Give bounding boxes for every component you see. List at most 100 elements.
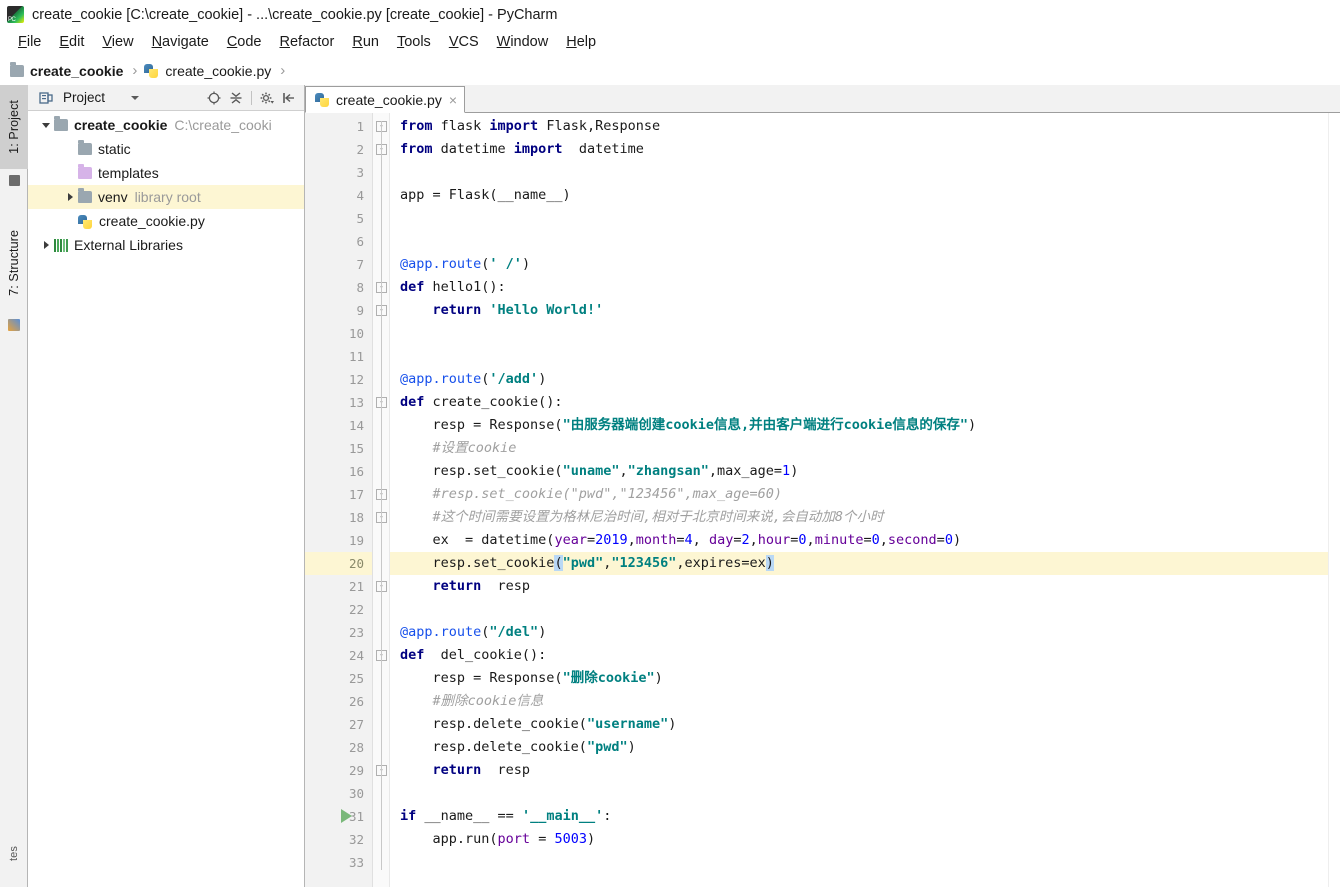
line-number-33[interactable]: 33	[305, 851, 372, 874]
code-line-8[interactable]: def hello1():	[390, 276, 1328, 299]
line-number-28[interactable]: 28	[305, 736, 372, 759]
chevron-right-icon[interactable]	[62, 193, 78, 201]
hide-panel-icon[interactable]	[281, 90, 297, 106]
line-number-30[interactable]: 30	[305, 782, 372, 805]
code-line-10[interactable]	[390, 322, 1328, 345]
code-line-29[interactable]: return resp	[390, 759, 1328, 782]
code-line-32[interactable]: app.run(port = 5003)	[390, 828, 1328, 851]
menu-item-help[interactable]: Help	[557, 29, 605, 56]
tree-node-create-cookie-py[interactable]: create_cookie.py	[28, 209, 304, 233]
code-line-19[interactable]: ex = datetime(year=2019,month=4, day=2,h…	[390, 529, 1328, 552]
code-line-2[interactable]: from datetime import datetime	[390, 138, 1328, 161]
code-line-24[interactable]: def del_cookie():	[390, 644, 1328, 667]
tool-tab-structure[interactable]: 7: Structure	[0, 213, 28, 313]
line-number-20[interactable]: 20	[305, 552, 372, 575]
code-line-28[interactable]: resp.delete_cookie("pwd")	[390, 736, 1328, 759]
line-number-8[interactable]: 8	[305, 276, 372, 299]
line-number-32[interactable]: 32	[305, 828, 372, 851]
code-line-22[interactable]	[390, 598, 1328, 621]
tree-node-static[interactable]: static	[28, 137, 304, 161]
code-line-27[interactable]: resp.delete_cookie("username")	[390, 713, 1328, 736]
breadcrumb-item-0[interactable]: create_cookie	[10, 61, 123, 79]
code-line-6[interactable]	[390, 230, 1328, 253]
code-line-7[interactable]: @app.route(' /')	[390, 253, 1328, 276]
tool-tab-project[interactable]: 1: Project	[0, 85, 28, 169]
code-line-30[interactable]	[390, 782, 1328, 805]
tool-tab-favorites[interactable]: tes	[0, 833, 28, 873]
line-number-23[interactable]: 23	[305, 621, 372, 644]
line-number-17[interactable]: 17	[305, 483, 372, 506]
code-line-14[interactable]: resp = Response("由服务器端创建cookie信息,并由客户端进行…	[390, 414, 1328, 437]
line-number-25[interactable]: 25	[305, 667, 372, 690]
line-number-24[interactable]: 24	[305, 644, 372, 667]
menu-item-refactor[interactable]: Refactor	[271, 29, 344, 56]
breadcrumb-item-1[interactable]: create_cookie.py	[144, 63, 271, 79]
line-number-gutter[interactable]: 1 2 3 4 5 6 7 8 9 10 11 12 13 14 15 16 17 18 19 20 21 22 23 24 2…	[305, 113, 373, 887]
code-line-13[interactable]: def create_cookie():	[390, 391, 1328, 414]
code-line-26[interactable]: #删除cookie信息	[390, 690, 1328, 713]
code-line-4[interactable]: app = Flask(__name__)	[390, 184, 1328, 207]
editor-scrollbar[interactable]	[1328, 113, 1340, 887]
tree-node-venv[interactable]: venv library root	[28, 185, 304, 209]
line-number-19[interactable]: 19	[305, 529, 372, 552]
code-line-20[interactable]: resp.set_cookie("pwd","123456",expires=e…	[390, 552, 1328, 575]
line-number-11[interactable]: 11	[305, 345, 372, 368]
close-icon[interactable]: ×	[449, 93, 457, 107]
line-number-1[interactable]: 1	[305, 115, 372, 138]
code-line-9[interactable]: return 'Hello World!'	[390, 299, 1328, 322]
code-line-11[interactable]	[390, 345, 1328, 368]
line-number-18[interactable]: 18	[305, 506, 372, 529]
line-number-29[interactable]: 29	[305, 759, 372, 782]
line-number-12[interactable]: 12	[305, 368, 372, 391]
line-number-31[interactable]: 31	[305, 805, 372, 828]
menu-item-run[interactable]: Run	[343, 29, 388, 56]
code-folding-gutter[interactable]: ----------	[373, 113, 390, 887]
code-editor[interactable]: 1 2 3 4 5 6 7 8 9 10 11 12 13 14 15 16 17 18 19 20 21 22 23 24 2…	[305, 113, 1340, 887]
menu-item-vcs[interactable]: VCS	[440, 29, 488, 56]
code-line-23[interactable]: @app.route("/del")	[390, 621, 1328, 644]
code-line-15[interactable]: #设置cookie	[390, 437, 1328, 460]
locate-target-icon[interactable]	[206, 90, 222, 106]
code-line-1[interactable]: from flask import Flask,Response	[390, 115, 1328, 138]
line-number-6[interactable]: 6	[305, 230, 372, 253]
tree-node-templates[interactable]: templates	[28, 161, 304, 185]
line-number-2[interactable]: 2	[305, 138, 372, 161]
editor-tab-create-cookie-py[interactable]: create_cookie.py ×	[305, 86, 466, 113]
menu-item-code[interactable]: Code	[218, 29, 271, 56]
chevron-right-icon[interactable]	[38, 241, 54, 249]
line-number-7[interactable]: 7	[305, 253, 372, 276]
line-number-21[interactable]: 21	[305, 575, 372, 598]
line-number-27[interactable]: 27	[305, 713, 372, 736]
code-line-3[interactable]	[390, 161, 1328, 184]
line-number-13[interactable]: 13	[305, 391, 372, 414]
settings-gear-icon[interactable]	[259, 90, 275, 106]
line-number-10[interactable]: 10	[305, 322, 372, 345]
code-line-18[interactable]: #这个时间需要设置为格林尼治时间,相对于北京时间来说,会自动加8个小时	[390, 506, 1328, 529]
line-number-5[interactable]: 5	[305, 207, 372, 230]
code-line-33[interactable]	[390, 851, 1328, 874]
line-number-22[interactable]: 22	[305, 598, 372, 621]
menu-item-view[interactable]: View	[93, 29, 142, 56]
line-number-16[interactable]: 16	[305, 460, 372, 483]
code-line-25[interactable]: resp = Response("删除cookie")	[390, 667, 1328, 690]
menu-item-tools[interactable]: Tools	[388, 29, 440, 56]
chevron-down-icon[interactable]	[38, 122, 54, 128]
code-line-12[interactable]: @app.route('/add')	[390, 368, 1328, 391]
line-number-26[interactable]: 26	[305, 690, 372, 713]
line-number-4[interactable]: 4	[305, 184, 372, 207]
tree-node-external-libraries[interactable]: External Libraries	[28, 233, 304, 257]
code-line-21[interactable]: return resp	[390, 575, 1328, 598]
line-number-15[interactable]: 15	[305, 437, 372, 460]
line-number-3[interactable]: 3	[305, 161, 372, 184]
line-number-9[interactable]: 9	[305, 299, 372, 322]
collapse-all-icon[interactable]	[228, 90, 244, 106]
code-line-17[interactable]: #resp.set_cookie("pwd","123456",max_age=…	[390, 483, 1328, 506]
menu-item-edit[interactable]: Edit	[50, 29, 93, 56]
code-line-31[interactable]: if __name__ == '__main__':	[390, 805, 1328, 828]
line-number-14[interactable]: 14	[305, 414, 372, 437]
run-gutter-icon[interactable]	[341, 809, 352, 823]
code-line-5[interactable]	[390, 207, 1328, 230]
menu-item-file[interactable]: File	[9, 29, 50, 56]
tree-node-create-cookie[interactable]: create_cookie C:\create_cooki	[28, 113, 304, 137]
chevron-down-icon[interactable]	[131, 95, 140, 100]
